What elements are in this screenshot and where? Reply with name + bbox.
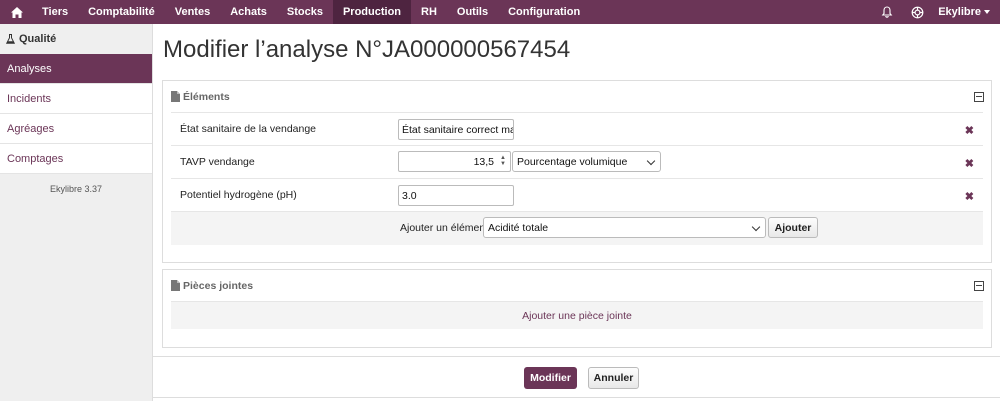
top-navbar: Tiers Comptabilité Ventes Achats Stocks … <box>0 0 1000 24</box>
sidebar-item-agreages[interactable]: Agréages <box>0 114 152 144</box>
collapse-attachments-icon[interactable] <box>974 280 984 291</box>
add-element-label: Ajouter un élément <box>400 222 489 234</box>
sidebar: Qualité Analyses Incidents Agréages Comp… <box>0 24 153 401</box>
notifications-button[interactable] <box>872 0 902 24</box>
element-label: Potentiel hydrogène (pH) <box>180 189 297 201</box>
tavp-value-input[interactable]: 13,5 ▲ ▼ <box>398 151 511 172</box>
nav-outils[interactable]: Outils <box>447 0 498 24</box>
home-icon <box>11 6 23 18</box>
chevron-down-icon <box>646 156 656 166</box>
footer-divider <box>153 356 1000 357</box>
element-label: État sanitaire de la vendange <box>180 123 317 135</box>
attachments-panel: Pièces jointes Ajouter une pièce jointe <box>162 269 992 348</box>
elements-panel: Éléments État sanitaire de la vendange É… <box>162 80 992 263</box>
tavp-unit-select[interactable]: Pourcentage volumique <box>512 151 661 172</box>
attachments-panel-title: Pièces jointes <box>183 279 254 292</box>
ph-value-input[interactable]: 3.0 <box>398 185 514 206</box>
nav-production[interactable]: Production <box>332 0 412 24</box>
lifebuoy-icon <box>911 6 924 18</box>
home-button[interactable] <box>0 0 32 24</box>
sidebar-section-label: Qualité <box>19 33 57 45</box>
sanitary-state-input[interactable]: État sanitaire correct mais <box>398 119 514 140</box>
element-row: État sanitaire de la vendange État sanit… <box>171 112 983 145</box>
nav-ventes[interactable]: Ventes <box>165 0 220 24</box>
add-element-row: Ajouter un élément Acidité totale Ajoute… <box>171 211 983 245</box>
remove-element-icon[interactable]: ✖ <box>965 157 974 170</box>
document-icon <box>171 91 180 102</box>
sidebar-items: Analyses Incidents Agréages Comptages <box>0 54 152 174</box>
sidebar-section-title: Qualité <box>0 24 152 54</box>
nav-configuration[interactable]: Configuration <box>498 0 590 24</box>
sidebar-item-comptages[interactable]: Comptages <box>0 144 152 174</box>
page-title: Modifier l’analyse N°JA000000567454 <box>163 36 571 63</box>
element-row: TAVP vendange 13,5 ▲ ▼ Pourcentage volumi… <box>171 145 983 178</box>
sidebar-item-incidents[interactable]: Incidents <box>0 84 152 114</box>
user-name: Ekylibre <box>938 6 981 18</box>
bell-icon <box>881 6 893 18</box>
collapse-elements-icon[interactable] <box>974 91 984 102</box>
app-version: Ekylibre 3.37 <box>49 184 103 194</box>
add-element-button[interactable]: Ajouter <box>768 217 818 238</box>
document-icon <box>171 280 180 291</box>
add-element-select-value: Acidité totale <box>488 221 549 234</box>
elements-panel-header: Éléments <box>163 81 991 112</box>
flask-icon <box>6 34 15 44</box>
elements-rows: État sanitaire de la vendange État sanit… <box>171 112 983 245</box>
sidebar-item-analyses[interactable]: Analyses <box>0 54 152 84</box>
element-row: Potentiel hydrogène (pH) 3.0 ✖ <box>171 178 983 211</box>
help-button[interactable] <box>902 0 932 24</box>
attachments-panel-header: Pièces jointes <box>163 270 991 301</box>
nav-tiers[interactable]: Tiers <box>32 0 78 24</box>
remove-element-icon[interactable]: ✖ <box>965 190 974 203</box>
chevron-down-icon <box>751 222 761 232</box>
remove-element-icon[interactable]: ✖ <box>965 124 974 137</box>
tavp-value: 13,5 <box>473 155 494 168</box>
footer-bottom-divider <box>153 397 1000 398</box>
add-attachment-link[interactable]: Ajouter une pièce jointe <box>171 301 983 329</box>
element-label: TAVP vendange <box>180 156 255 168</box>
caret-down-icon <box>984 10 990 14</box>
user-menu[interactable]: Ekylibre <box>932 0 1000 24</box>
nav-achats[interactable]: Achats <box>220 0 277 24</box>
nav-rh[interactable]: RH <box>411 0 447 24</box>
add-element-select[interactable]: Acidité totale <box>483 217 766 238</box>
number-spinner-icon[interactable]: ▲ ▼ <box>499 155 507 168</box>
nav-stocks[interactable]: Stocks <box>277 0 333 24</box>
cancel-button[interactable]: Annuler <box>588 367 639 389</box>
nav-comptabilite[interactable]: Comptabilité <box>78 0 165 24</box>
elements-panel-title: Éléments <box>183 90 230 103</box>
tavp-unit-value: Pourcentage volumique <box>517 155 628 168</box>
submit-button[interactable]: Modifier <box>524 367 577 389</box>
